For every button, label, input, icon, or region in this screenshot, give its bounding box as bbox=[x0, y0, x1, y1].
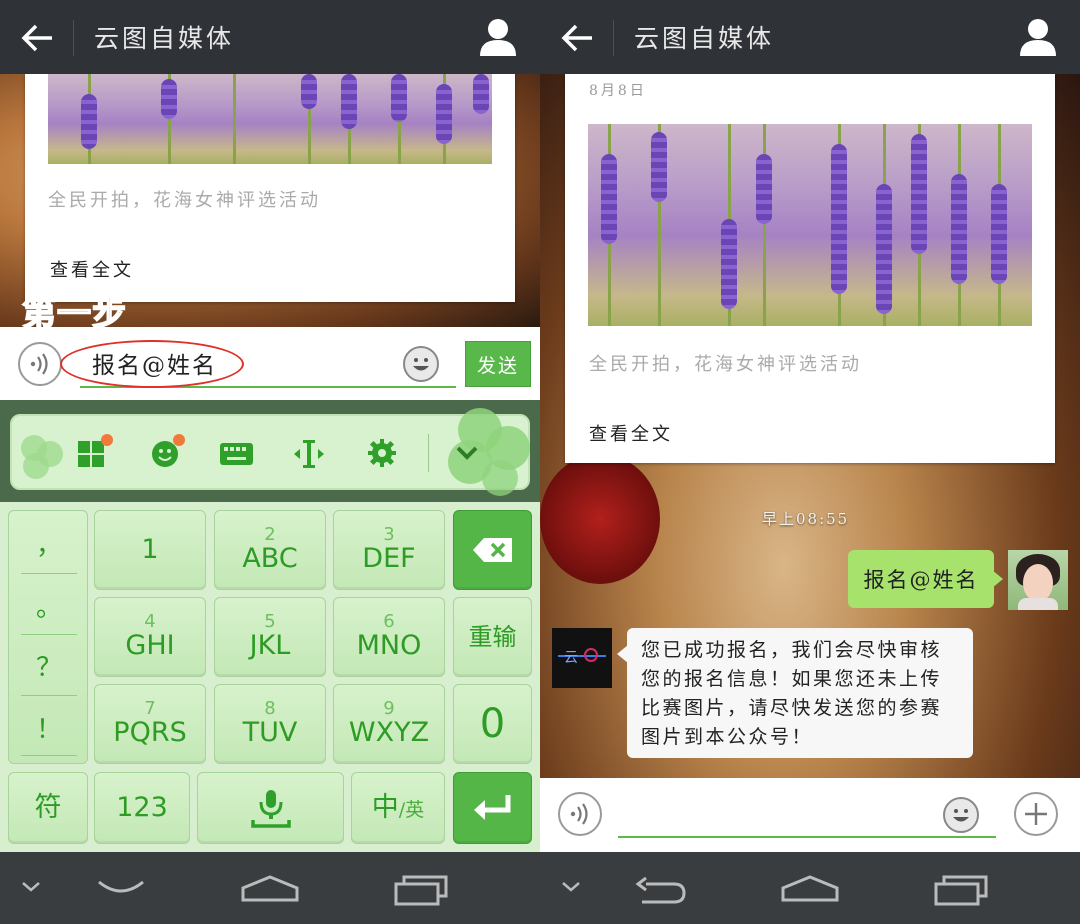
user-avatar[interactable] bbox=[1008, 550, 1068, 610]
language-switch-key[interactable]: 中 /英 bbox=[351, 772, 445, 844]
article-summary: 全民开拍，花海女神评选活动 bbox=[48, 190, 321, 211]
message-input[interactable] bbox=[618, 836, 996, 838]
account-avatar[interactable]: 云 bbox=[552, 628, 612, 688]
punct-comma-key[interactable]: ， bbox=[9, 525, 89, 562]
message-timestamp: 早上08:55 bbox=[762, 510, 850, 528]
voice-icon bbox=[30, 353, 48, 375]
key-4-ghi[interactable]: 4 GHI bbox=[94, 597, 206, 677]
home-icon[interactable] bbox=[240, 874, 300, 904]
keyboard-toolbar bbox=[0, 400, 540, 502]
send-button[interactable]: 发送 bbox=[465, 341, 531, 387]
read-more-link[interactable]: 查看全文 bbox=[50, 256, 134, 282]
recent-apps-icon[interactable] bbox=[393, 874, 449, 906]
title-divider bbox=[613, 20, 614, 56]
rose-decoration bbox=[540, 454, 660, 584]
key-1[interactable]: 1 bbox=[94, 510, 206, 590]
cursor-icon[interactable] bbox=[292, 438, 326, 470]
emoji-icon[interactable] bbox=[150, 432, 194, 472]
recent-apps-icon[interactable] bbox=[933, 874, 989, 906]
article-image bbox=[48, 74, 492, 164]
article-image bbox=[588, 124, 1032, 326]
profile-icon[interactable] bbox=[478, 18, 518, 56]
punct-question-key[interactable]: ？ bbox=[9, 647, 89, 684]
punct-period-key[interactable]: 。 bbox=[9, 587, 89, 624]
more-options-button[interactable] bbox=[1014, 792, 1058, 836]
clover-decoration-icon bbox=[21, 435, 63, 479]
symbol-key[interactable]: 符 bbox=[8, 772, 88, 844]
key-0[interactable]: 0 bbox=[453, 684, 532, 764]
grid-icon[interactable] bbox=[76, 433, 120, 473]
smiley-icon bbox=[413, 358, 429, 371]
punct-exclaim-key[interactable]: ！ bbox=[9, 709, 89, 746]
key-7-pqrs[interactable]: 7 PQRS bbox=[94, 684, 206, 764]
article-card[interactable]: 全民开拍，花海女神评选活动 查看全文 bbox=[25, 74, 515, 302]
system-nav-bar bbox=[540, 852, 1080, 924]
home-icon[interactable] bbox=[780, 874, 840, 904]
key-9-wxyz[interactable]: 9 WXYZ bbox=[333, 684, 445, 764]
title-bar: 云图自媒体 bbox=[540, 0, 1080, 74]
reply-message-bubble: 您已成功报名，我们会尽快审核您的报名信息！如果您还未上传比赛图片，请尽快发送您的… bbox=[627, 628, 973, 758]
microphone-icon bbox=[250, 790, 291, 828]
back-arrow-icon[interactable] bbox=[560, 20, 596, 56]
backspace-key[interactable] bbox=[453, 510, 532, 590]
title-bar: 云图自媒体 bbox=[0, 0, 540, 74]
emoji-button[interactable] bbox=[403, 346, 439, 382]
key-8-tuv[interactable]: 8 TUV bbox=[214, 684, 326, 764]
hide-keyboard-icon[interactable] bbox=[96, 878, 146, 898]
chat-title: 云图自媒体 bbox=[94, 24, 235, 53]
backspace-icon bbox=[472, 538, 512, 562]
voice-button[interactable] bbox=[558, 792, 602, 836]
voice-button[interactable] bbox=[18, 342, 62, 386]
article-date: 8月8日 bbox=[589, 83, 647, 99]
collapse-icon[interactable] bbox=[440, 400, 536, 500]
highlight-circle bbox=[60, 340, 244, 388]
key-5-jkl[interactable]: 5 JKL bbox=[214, 597, 326, 677]
chat-title: 云图自媒体 bbox=[634, 24, 775, 53]
reinput-key[interactable]: 重输 bbox=[453, 597, 532, 677]
enter-key[interactable] bbox=[453, 772, 532, 844]
read-more-link[interactable]: 查看全文 bbox=[589, 420, 673, 446]
punctuation-column: ， 。 ？ ！ bbox=[8, 510, 88, 764]
smiley-icon bbox=[953, 809, 969, 822]
number-mode-key[interactable]: 123 bbox=[94, 772, 190, 844]
profile-icon[interactable] bbox=[1018, 18, 1058, 56]
plus-icon bbox=[1025, 803, 1047, 825]
enter-icon bbox=[473, 795, 510, 820]
voice-icon bbox=[570, 803, 588, 825]
message-input-bar bbox=[540, 778, 1080, 852]
chevron-down-icon[interactable] bbox=[560, 880, 582, 894]
emoji-button[interactable] bbox=[943, 797, 979, 833]
back-arrow-icon[interactable] bbox=[20, 20, 56, 56]
keyboard-icon[interactable] bbox=[219, 442, 255, 466]
title-divider bbox=[73, 20, 74, 56]
key-2-abc[interactable]: 2 ABC bbox=[214, 510, 326, 590]
ime-keyboard: ， 。 ？ ！ 1 2 ABC 3 DEF 4 GHI 5 JKL 6 MNO … bbox=[0, 400, 540, 852]
key-6-mno[interactable]: 6 MNO bbox=[333, 597, 445, 677]
article-summary: 全民开拍，花海女神评选活动 bbox=[589, 354, 862, 375]
bubble-tail bbox=[992, 570, 1003, 588]
article-card[interactable]: 8月8日 全民开拍，花海女神评选活动 查看全文 bbox=[565, 74, 1055, 463]
system-nav-bar bbox=[0, 852, 540, 924]
back-nav-icon[interactable] bbox=[634, 876, 688, 906]
toolbar-divider bbox=[428, 434, 429, 472]
space-voice-key[interactable] bbox=[197, 772, 344, 844]
key-3-def[interactable]: 3 DEF bbox=[333, 510, 445, 590]
sent-message-bubble: 报名@姓名 bbox=[848, 550, 994, 608]
settings-icon[interactable] bbox=[367, 438, 397, 468]
chevron-down-icon[interactable] bbox=[20, 880, 42, 894]
left-screen: 全民开拍，花海女神评选活动 查看全文 第一步 报名@姓名 发送 ， 。 ？ ！ … bbox=[0, 0, 540, 924]
